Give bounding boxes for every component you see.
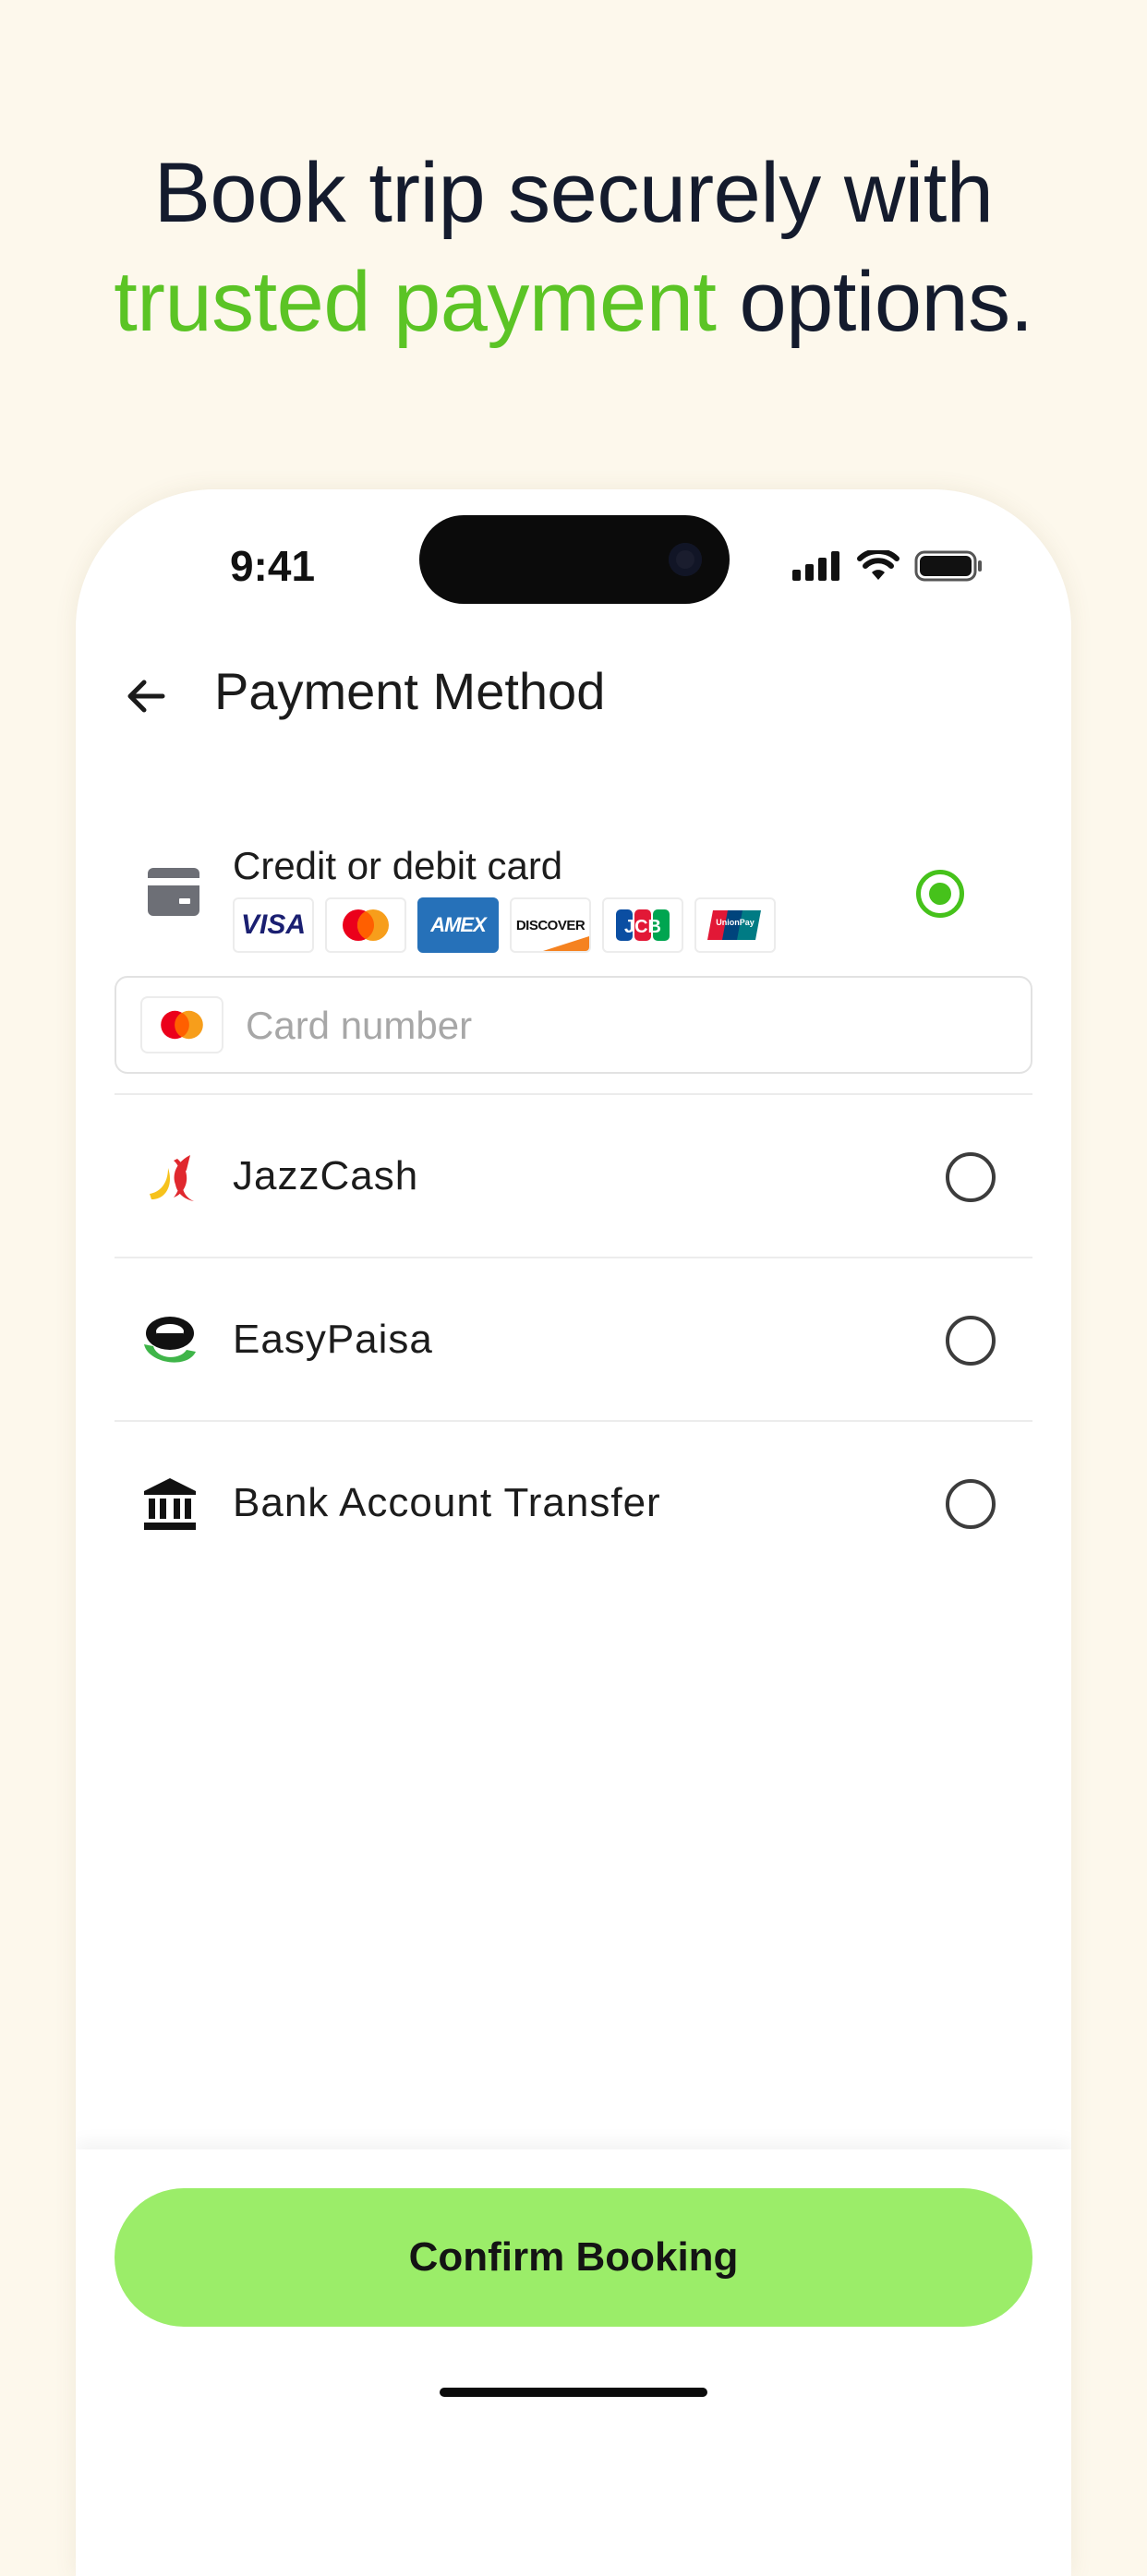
credit-card-icon	[148, 868, 199, 916]
card-option-label: Credit or debit card	[233, 844, 563, 887]
jazzcash-radio[interactable]	[946, 1152, 996, 1202]
unionpay-text: UnionPay	[716, 918, 755, 927]
discover-logo: DISCOVER	[510, 897, 591, 953]
discover-swoosh-icon	[543, 936, 589, 951]
payment-option-easypaisa[interactable]: EasyPaisa	[76, 1259, 1071, 1420]
visa-logo: VISA	[233, 897, 314, 953]
card-number-input[interactable]	[244, 993, 1005, 1059]
jcb-icon: JCB	[616, 909, 670, 941]
jazzcash-label: JazzCash	[233, 1153, 419, 1198]
headline-line-1: Book trip securely with	[153, 146, 994, 240]
payment-option-bank-transfer[interactable]: Bank Account Transfer	[76, 1423, 1071, 1583]
divider	[115, 1257, 1032, 1258]
divider	[115, 1420, 1032, 1422]
headline-accent: trusted payment	[114, 255, 717, 349]
bank-icon	[144, 1478, 196, 1530]
divider	[115, 1093, 1032, 1095]
discover-text: DISCOVER	[515, 917, 586, 933]
bank-transfer-label: Bank Account Transfer	[233, 1480, 661, 1525]
unionpay-logo: UnionPay	[694, 897, 776, 953]
card-option-radio-selected[interactable]	[916, 870, 964, 918]
card-number-field[interactable]	[115, 976, 1032, 1074]
bank-transfer-radio[interactable]	[946, 1479, 996, 1529]
wifi-icon	[857, 550, 899, 580]
headline-line-2: trusted payment options.	[0, 247, 1147, 356]
home-indicator[interactable]	[440, 2388, 707, 2397]
page-title: Payment Method	[214, 662, 606, 720]
dynamic-island	[419, 515, 730, 604]
jcb-logo: JCB	[602, 897, 683, 953]
battery-icon	[914, 550, 982, 582]
payment-option-jazzcash[interactable]: JazzCash	[76, 1096, 1071, 1257]
jazzcash-logo-icon	[150, 1155, 194, 1201]
card-payment-option[interactable]: Credit or debit card VISA AMEX DISCOVER	[76, 813, 1071, 979]
signal-icon	[792, 551, 839, 581]
camera-icon	[669, 543, 702, 576]
amex-logo: AMEX	[417, 897, 499, 953]
card-field-mastercard-icon	[140, 996, 223, 1053]
headline-rest: options.	[716, 255, 1033, 349]
unionpay-icon: UnionPay	[707, 910, 761, 940]
mastercard-logo	[325, 897, 406, 953]
visa-text: VISA	[240, 909, 307, 940]
headline: Book trip securely with trusted payment …	[0, 138, 1147, 356]
mastercard-icon	[343, 909, 389, 941]
confirm-booking-button[interactable]: Confirm Booking	[115, 2188, 1032, 2327]
easypaisa-radio[interactable]	[946, 1316, 996, 1366]
status-time: 9:41	[229, 542, 316, 590]
phone-frame: 9:41 Payment Method Credit or debit card…	[76, 489, 1071, 2576]
amex-text: AMEX	[430, 913, 487, 936]
easypaisa-logo-icon	[144, 1317, 196, 1363]
easypaisa-label: EasyPaisa	[233, 1317, 433, 1362]
back-arrow-icon[interactable]	[120, 670, 172, 722]
card-brands: VISA AMEX DISCOVER JCB UnionPay	[233, 897, 776, 953]
status-icons	[792, 548, 983, 584]
footer: Confirm Booking	[76, 2149, 1071, 2576]
jcb-text: JCB	[624, 917, 661, 937]
